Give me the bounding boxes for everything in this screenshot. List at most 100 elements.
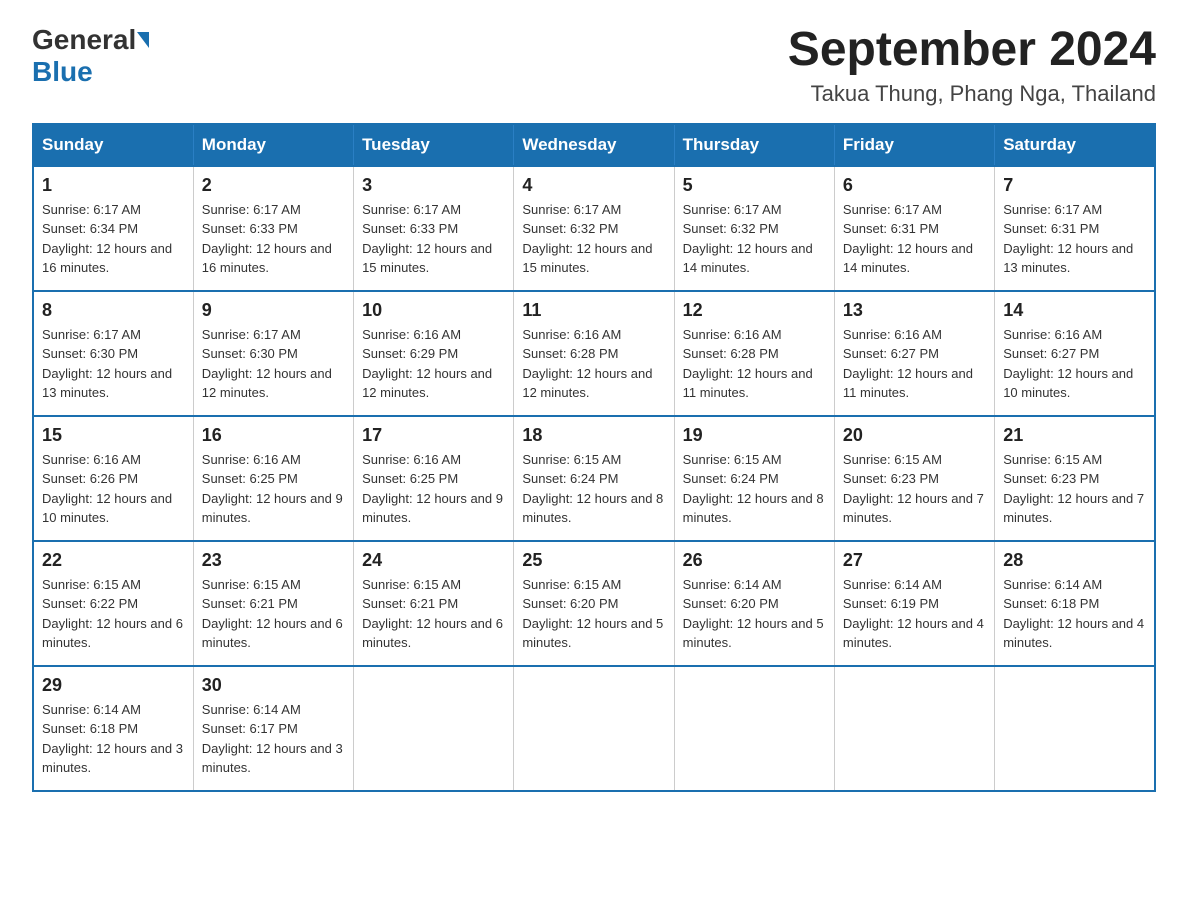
day-number: 16 <box>202 425 345 446</box>
day-number: 22 <box>42 550 185 571</box>
day-number: 17 <box>362 425 505 446</box>
col-header-thursday: Thursday <box>674 124 834 166</box>
day-number: 5 <box>683 175 826 196</box>
day-info: Sunrise: 6:15 AMSunset: 6:20 PMDaylight:… <box>522 575 665 653</box>
day-info: Sunrise: 6:17 AMSunset: 6:30 PMDaylight:… <box>202 325 345 403</box>
title-area: September 2024 Takua Thung, Phang Nga, T… <box>788 24 1156 107</box>
calendar-cell: 4 Sunrise: 6:17 AMSunset: 6:32 PMDaylight… <box>514 166 674 291</box>
day-info: Sunrise: 6:17 AMSunset: 6:31 PMDaylight:… <box>1003 200 1146 278</box>
calendar-cell: 11Sunrise: 6:16 AMSunset: 6:28 PMDayligh… <box>514 291 674 416</box>
calendar-week-row: 15 Sunrise: 6:16 AMSunset: 6:26 PMDayligh… <box>33 416 1155 541</box>
calendar-week-row: 1 Sunrise: 6:17 AMSunset: 6:34 PMDaylight… <box>33 166 1155 291</box>
calendar-cell: 13 Sunrise: 6:16 AMSunset: 6:27 PMDayligh… <box>834 291 994 416</box>
calendar-cell: 28Sunrise: 6:14 AMSunset: 6:18 PMDayligh… <box>995 541 1155 666</box>
day-info: Sunrise: 6:16 AMSunset: 6:25 PMDaylight:… <box>362 450 505 528</box>
calendar-week-row: 22 Sunrise: 6:15 AMSunset: 6:22 PMDayligh… <box>33 541 1155 666</box>
col-header-wednesday: Wednesday <box>514 124 674 166</box>
page-header: General Blue September 2024 Takua Thung,… <box>32 24 1156 107</box>
calendar-cell: 10 Sunrise: 6:16 AMSunset: 6:29 PMDayligh… <box>354 291 514 416</box>
day-number: 19 <box>683 425 826 446</box>
day-number: 1 <box>42 175 185 196</box>
calendar-cell: 17 Sunrise: 6:16 AMSunset: 6:25 PMDayligh… <box>354 416 514 541</box>
col-header-sunday: Sunday <box>33 124 193 166</box>
calendar-cell: 26Sunrise: 6:14 AMSunset: 6:20 PMDayligh… <box>674 541 834 666</box>
day-number: 9 <box>202 300 345 321</box>
col-header-friday: Friday <box>834 124 994 166</box>
month-year-title: September 2024 <box>788 24 1156 77</box>
day-info: Sunrise: 6:15 AMSunset: 6:21 PMDaylight:… <box>362 575 505 653</box>
calendar-week-row: 8 Sunrise: 6:17 AMSunset: 6:30 PMDaylight… <box>33 291 1155 416</box>
day-info: Sunrise: 6:16 AMSunset: 6:25 PMDaylight:… <box>202 450 345 528</box>
logo: General Blue <box>32 24 149 88</box>
day-number: 3 <box>362 175 505 196</box>
day-number: 30 <box>202 675 345 696</box>
day-info: Sunrise: 6:15 AMSunset: 6:24 PMDaylight:… <box>522 450 665 528</box>
day-info: Sunrise: 6:17 AMSunset: 6:31 PMDaylight:… <box>843 200 986 278</box>
day-number: 29 <box>42 675 185 696</box>
day-number: 25 <box>522 550 665 571</box>
calendar-cell: 30 Sunrise: 6:14 AMSunset: 6:17 PMDayligh… <box>193 666 353 791</box>
calendar-cell <box>674 666 834 791</box>
day-number: 10 <box>362 300 505 321</box>
day-number: 12 <box>683 300 826 321</box>
day-info: Sunrise: 6:14 AMSunset: 6:19 PMDaylight:… <box>843 575 986 653</box>
day-number: 20 <box>843 425 986 446</box>
day-number: 14 <box>1003 300 1146 321</box>
calendar-cell: 21Sunrise: 6:15 AMSunset: 6:23 PMDayligh… <box>995 416 1155 541</box>
logo-blue-text: Blue <box>32 56 93 87</box>
day-info: Sunrise: 6:15 AMSunset: 6:24 PMDaylight:… <box>683 450 826 528</box>
calendar-cell: 25 Sunrise: 6:15 AMSunset: 6:20 PMDayligh… <box>514 541 674 666</box>
calendar-header-row: SundayMondayTuesdayWednesdayThursdayFrid… <box>33 124 1155 166</box>
day-info: Sunrise: 6:16 AMSunset: 6:26 PMDaylight:… <box>42 450 185 528</box>
calendar-cell <box>995 666 1155 791</box>
day-info: Sunrise: 6:16 AMSunset: 6:27 PMDaylight:… <box>843 325 986 403</box>
day-number: 7 <box>1003 175 1146 196</box>
day-number: 4 <box>522 175 665 196</box>
calendar-cell: 5Sunrise: 6:17 AMSunset: 6:32 PMDaylight… <box>674 166 834 291</box>
day-info: Sunrise: 6:16 AMSunset: 6:28 PMDaylight:… <box>683 325 826 403</box>
day-number: 26 <box>683 550 826 571</box>
day-info: Sunrise: 6:15 AMSunset: 6:21 PMDaylight:… <box>202 575 345 653</box>
day-number: 8 <box>42 300 185 321</box>
calendar-cell: 2Sunrise: 6:17 AMSunset: 6:33 PMDaylight… <box>193 166 353 291</box>
day-info: Sunrise: 6:15 AMSunset: 6:23 PMDaylight:… <box>843 450 986 528</box>
day-info: Sunrise: 6:17 AMSunset: 6:30 PMDaylight:… <box>42 325 185 403</box>
col-header-tuesday: Tuesday <box>354 124 514 166</box>
day-number: 6 <box>843 175 986 196</box>
calendar-cell <box>514 666 674 791</box>
calendar-cell <box>834 666 994 791</box>
day-info: Sunrise: 6:17 AMSunset: 6:32 PMDaylight:… <box>522 200 665 278</box>
calendar-cell: 12 Sunrise: 6:16 AMSunset: 6:28 PMDayligh… <box>674 291 834 416</box>
day-info: Sunrise: 6:16 AMSunset: 6:28 PMDaylight:… <box>522 325 665 403</box>
calendar-cell: 9 Sunrise: 6:17 AMSunset: 6:30 PMDaylight… <box>193 291 353 416</box>
col-header-saturday: Saturday <box>995 124 1155 166</box>
calendar-cell: 18 Sunrise: 6:15 AMSunset: 6:24 PMDayligh… <box>514 416 674 541</box>
day-number: 18 <box>522 425 665 446</box>
day-info: Sunrise: 6:15 AMSunset: 6:23 PMDaylight:… <box>1003 450 1146 528</box>
day-number: 23 <box>202 550 345 571</box>
day-info: Sunrise: 6:17 AMSunset: 6:34 PMDaylight:… <box>42 200 185 278</box>
day-number: 24 <box>362 550 505 571</box>
calendar-cell: 20 Sunrise: 6:15 AMSunset: 6:23 PMDayligh… <box>834 416 994 541</box>
logo-arrow-icon <box>137 32 149 48</box>
day-info: Sunrise: 6:16 AMSunset: 6:27 PMDaylight:… <box>1003 325 1146 403</box>
day-number: 2 <box>202 175 345 196</box>
day-info: Sunrise: 6:15 AMSunset: 6:22 PMDaylight:… <box>42 575 185 653</box>
calendar-cell: 7 Sunrise: 6:17 AMSunset: 6:31 PMDaylight… <box>995 166 1155 291</box>
day-number: 13 <box>843 300 986 321</box>
calendar-cell: 16 Sunrise: 6:16 AMSunset: 6:25 PMDayligh… <box>193 416 353 541</box>
day-info: Sunrise: 6:14 AMSunset: 6:17 PMDaylight:… <box>202 700 345 778</box>
calendar-cell: 1 Sunrise: 6:17 AMSunset: 6:34 PMDaylight… <box>33 166 193 291</box>
calendar-cell <box>354 666 514 791</box>
calendar-cell: 23 Sunrise: 6:15 AMSunset: 6:21 PMDayligh… <box>193 541 353 666</box>
calendar-cell: 22 Sunrise: 6:15 AMSunset: 6:22 PMDayligh… <box>33 541 193 666</box>
calendar-cell: 15 Sunrise: 6:16 AMSunset: 6:26 PMDayligh… <box>33 416 193 541</box>
day-info: Sunrise: 6:16 AMSunset: 6:29 PMDaylight:… <box>362 325 505 403</box>
calendar-cell: 6 Sunrise: 6:17 AMSunset: 6:31 PMDaylight… <box>834 166 994 291</box>
calendar-cell: 8 Sunrise: 6:17 AMSunset: 6:30 PMDaylight… <box>33 291 193 416</box>
day-number: 15 <box>42 425 185 446</box>
calendar-table: SundayMondayTuesdayWednesdayThursdayFrid… <box>32 123 1156 792</box>
calendar-cell: 27Sunrise: 6:14 AMSunset: 6:19 PMDayligh… <box>834 541 994 666</box>
logo-general-text: General <box>32 24 136 56</box>
day-info: Sunrise: 6:14 AMSunset: 6:18 PMDaylight:… <box>42 700 185 778</box>
